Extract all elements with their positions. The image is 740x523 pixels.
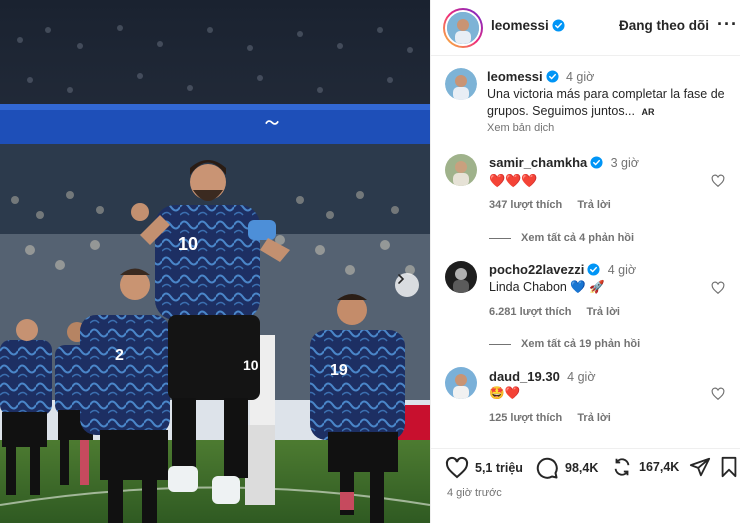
comment: daud_19.30 4 giờ 🤩❤️ 125 lượt thích Trả … — [431, 365, 740, 435]
caption-avatar[interactable] — [445, 68, 477, 100]
caption: leomessi 4 giờ Una victoria más para com… — [431, 66, 740, 138]
comment: samir_chamkha 3 giờ ❤️❤️❤️ 347 lượt thíc… — [431, 152, 740, 252]
verified-badge-icon — [587, 263, 600, 276]
post-details-panel: leomessi Đang theo dõi ··· leomessi 4 gi… — [430, 0, 740, 523]
comment-username[interactable]: samir_chamkha — [489, 155, 587, 170]
save-button[interactable] — [719, 456, 740, 478]
comment-body: samir_chamkha 3 giờ — [489, 155, 639, 170]
caption-text: Una victoria más para completar la fase … — [487, 87, 725, 118]
author-username[interactable]: leomessi — [491, 18, 565, 33]
repost-count: 167,4K — [639, 460, 680, 474]
author-avatar[interactable] — [443, 8, 483, 48]
comment-time: 4 giờ — [607, 263, 637, 277]
comment-text: 🤩❤️ — [489, 386, 521, 400]
svg-text:2: 2 — [115, 347, 124, 364]
send-icon — [689, 457, 711, 477]
comment-username[interactable]: daud_19.30 — [489, 369, 560, 384]
see-translation-link[interactable]: Xem bản dịch — [487, 122, 727, 134]
avatar-image — [445, 154, 477, 186]
comment-count: 98,4K — [565, 461, 599, 475]
view-replies-label[interactable]: Xem tất cả 19 phản hồi — [521, 338, 640, 350]
reply-button[interactable]: Trả lời — [586, 306, 620, 318]
comment-avatar[interactable] — [445, 367, 477, 399]
like-comment-heart-icon[interactable] — [711, 387, 725, 401]
comment-time: 4 giờ — [567, 370, 596, 384]
like-comment-heart-icon[interactable] — [711, 281, 725, 295]
bookmark-icon — [721, 456, 737, 478]
caption-time: 4 giờ — [566, 70, 595, 84]
comment-body: daud_19.30 4 giờ — [489, 369, 596, 384]
share-button[interactable] — [689, 456, 717, 478]
avatar-image — [445, 68, 477, 100]
comment-body: pocho22lavezzi 4 giờ — [489, 262, 636, 277]
view-replies-button[interactable]: Xem tất cả 4 phản hồi — [489, 232, 634, 244]
comment-meta: 347 lượt thích Trả lời — [489, 199, 611, 211]
svg-text:〜: 〜 — [265, 115, 279, 131]
repost-button[interactable]: 167,4K — [611, 456, 679, 478]
svg-text:10: 10 — [178, 234, 198, 254]
avatar-image — [445, 367, 477, 399]
more-options-icon[interactable]: ··· — [717, 14, 738, 35]
comment: pocho22lavezzi 4 giờ Linda Chabon 💙 🚀 6.… — [431, 259, 740, 359]
repost-icon — [614, 458, 630, 476]
like-button[interactable]: 5,1 triệu — [445, 456, 523, 480]
author-username-text[interactable]: leomessi — [491, 18, 549, 33]
comment-like-count[interactable]: 125 lượt thích — [489, 412, 562, 424]
svg-text:10: 10 — [243, 357, 259, 373]
comment-meta: 6.281 lượt thích Trả lời — [489, 306, 620, 318]
avatar-image — [445, 261, 477, 293]
post-photo[interactable]: 〜 2 19 10 10 — [0, 0, 430, 523]
post-action-bar: 5,1 triệu 98,4K 167,4K — [431, 448, 740, 484]
comment-like-count[interactable]: 6.281 lượt thích — [489, 306, 571, 318]
post-timestamp: 4 giờ trước — [447, 487, 502, 499]
match-photo-illustration: 〜 2 19 10 10 — [0, 0, 430, 523]
chevron-right-icon — [398, 274, 405, 284]
comment-button[interactable]: 98,4K — [535, 456, 598, 480]
svg-text:19: 19 — [330, 362, 348, 379]
heart-icon — [445, 456, 469, 479]
comment-time: 3 giờ — [610, 156, 639, 170]
comment-meta: 125 lượt thích Trả lời — [489, 412, 611, 424]
replies-divider — [489, 343, 511, 345]
reply-button[interactable]: Trả lời — [577, 412, 611, 424]
caption-text-block: Una victoria más para completar la fase … — [487, 86, 727, 121]
caption-body: leomessi 4 giờ Una victoria más para com… — [487, 69, 727, 134]
verified-badge-icon — [552, 19, 565, 32]
comment-avatar[interactable] — [445, 154, 477, 186]
following-button[interactable]: Đang theo dõi — [619, 18, 709, 33]
like-comment-heart-icon[interactable] — [711, 174, 725, 188]
next-photo-button[interactable] — [395, 273, 419, 297]
comment-username[interactable]: pocho22lavezzi — [489, 262, 584, 277]
avatar-image — [447, 12, 479, 44]
replies-divider — [489, 237, 511, 239]
verified-badge-icon — [546, 70, 559, 83]
verified-badge-icon — [590, 156, 603, 169]
like-count: 5,1 triệu — [475, 461, 523, 475]
flag-label: AR — [641, 107, 655, 117]
reply-button[interactable]: Trả lời — [577, 199, 611, 211]
comment-text: Linda Chabon 💙 🚀 — [489, 280, 605, 294]
view-replies-button[interactable]: Xem tất cả 19 phản hồi — [489, 338, 640, 350]
comment-like-count[interactable]: 347 lượt thích — [489, 199, 562, 211]
comment-icon — [536, 457, 558, 479]
comment-text: ❤️❤️❤️ — [489, 173, 538, 188]
post-header: leomessi Đang theo dõi ··· — [431, 0, 740, 56]
caption-username[interactable]: leomessi — [487, 69, 543, 84]
view-replies-label[interactable]: Xem tất cả 4 phản hồi — [521, 232, 634, 244]
comment-avatar[interactable] — [445, 261, 477, 293]
